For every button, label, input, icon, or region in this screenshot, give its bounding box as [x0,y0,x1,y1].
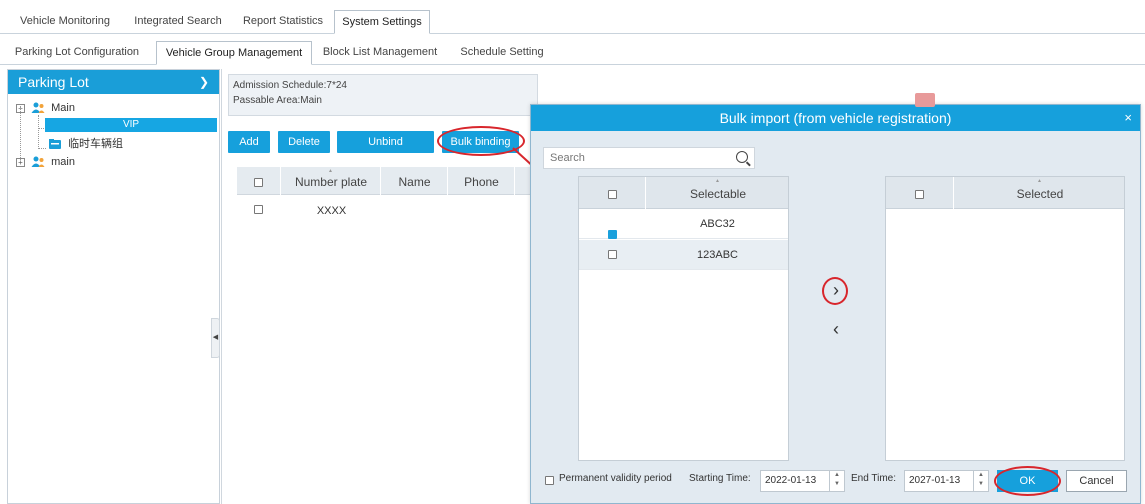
dialog-footer: Permanent validity period Starting Time:… [531,466,1140,502]
date-spinner-icon[interactable]: ▲ ▼ [829,471,844,491]
starting-time-input[interactable]: 2022-01-13 ▲ ▼ [760,470,845,492]
column-name[interactable]: Name [382,167,448,195]
search-icon[interactable] [736,151,748,163]
item-checkbox[interactable] [608,250,617,259]
select-all-checkbox[interactable] [237,167,281,195]
tab-schedule-setting[interactable]: Schedule Setting [452,41,552,65]
parking-lot-dropdown[interactable]: Parking Lot ❯ [8,70,219,94]
row-checkbox[interactable] [254,205,263,214]
parking-lot-tree-panel: Parking Lot ❯ − Main VIP 临时车辆组 + main [7,69,220,504]
dialog-title-bar: Bulk import (from vehicle registration) … [531,105,1140,131]
dialog-title: Bulk import (from vehicle registration) [719,110,952,126]
item-plate: 123ABC [697,249,738,261]
permanent-validity-checkbox[interactable] [545,476,554,485]
tree-node-main-lower[interactable]: + main [16,154,75,170]
unbind-button[interactable]: Unbind [337,131,434,153]
tab-system-settings[interactable]: System Settings [334,10,430,34]
tab-parking-lot-configuration[interactable]: Parking Lot Configuration [4,41,150,65]
list-item[interactable]: ABC32 [579,209,788,258]
tree-node-main[interactable]: − Main [16,100,75,116]
notification-badge [915,93,935,107]
item-checkbox-checked[interactable] [608,228,617,258]
tab-report-statistics[interactable]: Report Statistics [234,10,332,34]
select-all-selected-checkbox[interactable] [886,177,953,209]
group-info-box: Admission Schedule:7*24 Passable Area:Ma… [228,74,538,116]
delete-button[interactable]: Delete [278,131,330,153]
chevron-down-icon: ❯ [198,75,209,89]
column-number-plate[interactable]: ▲ Number plate [282,167,381,195]
add-button[interactable]: Add [228,131,270,153]
folder-group-icon [49,139,61,150]
selectable-list-header: ▲ Selectable [579,177,788,209]
tree-node-vip[interactable]: VIP [45,118,217,132]
tree-header-label: Parking Lot [18,74,89,90]
select-all-selectable-checkbox[interactable] [579,177,645,209]
selectable-list: ▲ Selectable ABC32 123ABC [578,176,789,461]
move-right-annotation-circle [822,277,848,305]
user-group-icon [31,102,45,114]
top-tab-bar: Vehicle Monitoring Integrated Search Rep… [0,7,1145,34]
collapse-icon[interactable]: − [16,103,25,113]
close-icon[interactable]: × [1124,105,1132,131]
expand-icon[interactable]: + [16,157,25,167]
bulk-import-dialog: Bulk import (from vehicle registration) … [530,104,1141,504]
tab-integrated-search[interactable]: Integrated Search [127,10,229,34]
list-item[interactable]: 123ABC [579,240,788,270]
column-selected[interactable]: ▲ Selected [953,177,1126,209]
user-group-icon [31,156,45,168]
ok-annotation-circle [994,466,1061,496]
selected-list: ▲ Selected [885,176,1125,461]
tree-node-label: Main [51,102,75,114]
end-time-input[interactable]: 2027-01-13 ▲ ▼ [904,470,989,492]
tree-node-temp-group[interactable]: 临时车辆组 [48,136,123,152]
collapse-panel-handle[interactable]: ◀ [211,318,220,358]
search-input[interactable]: Search [543,147,755,169]
selected-list-header: ▲ Selected [886,177,1124,209]
sort-icon: ▲ [715,178,720,184]
end-time-label: End Time: [851,473,897,484]
tree-node-label: main [51,156,75,168]
sort-icon: ▲ [328,168,333,174]
permanent-validity-label: Permanent validity period [559,473,672,484]
tab-block-list-management[interactable]: Block List Management [316,41,444,65]
tab-vehicle-group-management[interactable]: Vehicle Group Management [156,41,312,65]
tree-node-label: 临时车辆组 [68,138,124,150]
starting-time-label: Starting Time: [689,473,751,484]
cancel-button[interactable]: Cancel [1066,470,1127,492]
column-selectable[interactable]: ▲ Selectable [645,177,790,209]
date-spinner-icon[interactable]: ▲ ▼ [973,471,988,491]
sub-tab-bar: Parking Lot Configuration Vehicle Group … [0,40,1145,65]
sort-icon: ▲ [1037,178,1042,184]
move-left-button[interactable]: ‹ [825,319,847,341]
admission-schedule-text: Admission Schedule:7*24 [233,80,347,91]
tab-vehicle-monitoring[interactable]: Vehicle Monitoring [9,10,121,34]
item-plate: ABC32 [700,218,735,230]
passable-area-text: Passable Area:Main [233,95,322,106]
number-plate-cell: XXXX [316,205,347,217]
